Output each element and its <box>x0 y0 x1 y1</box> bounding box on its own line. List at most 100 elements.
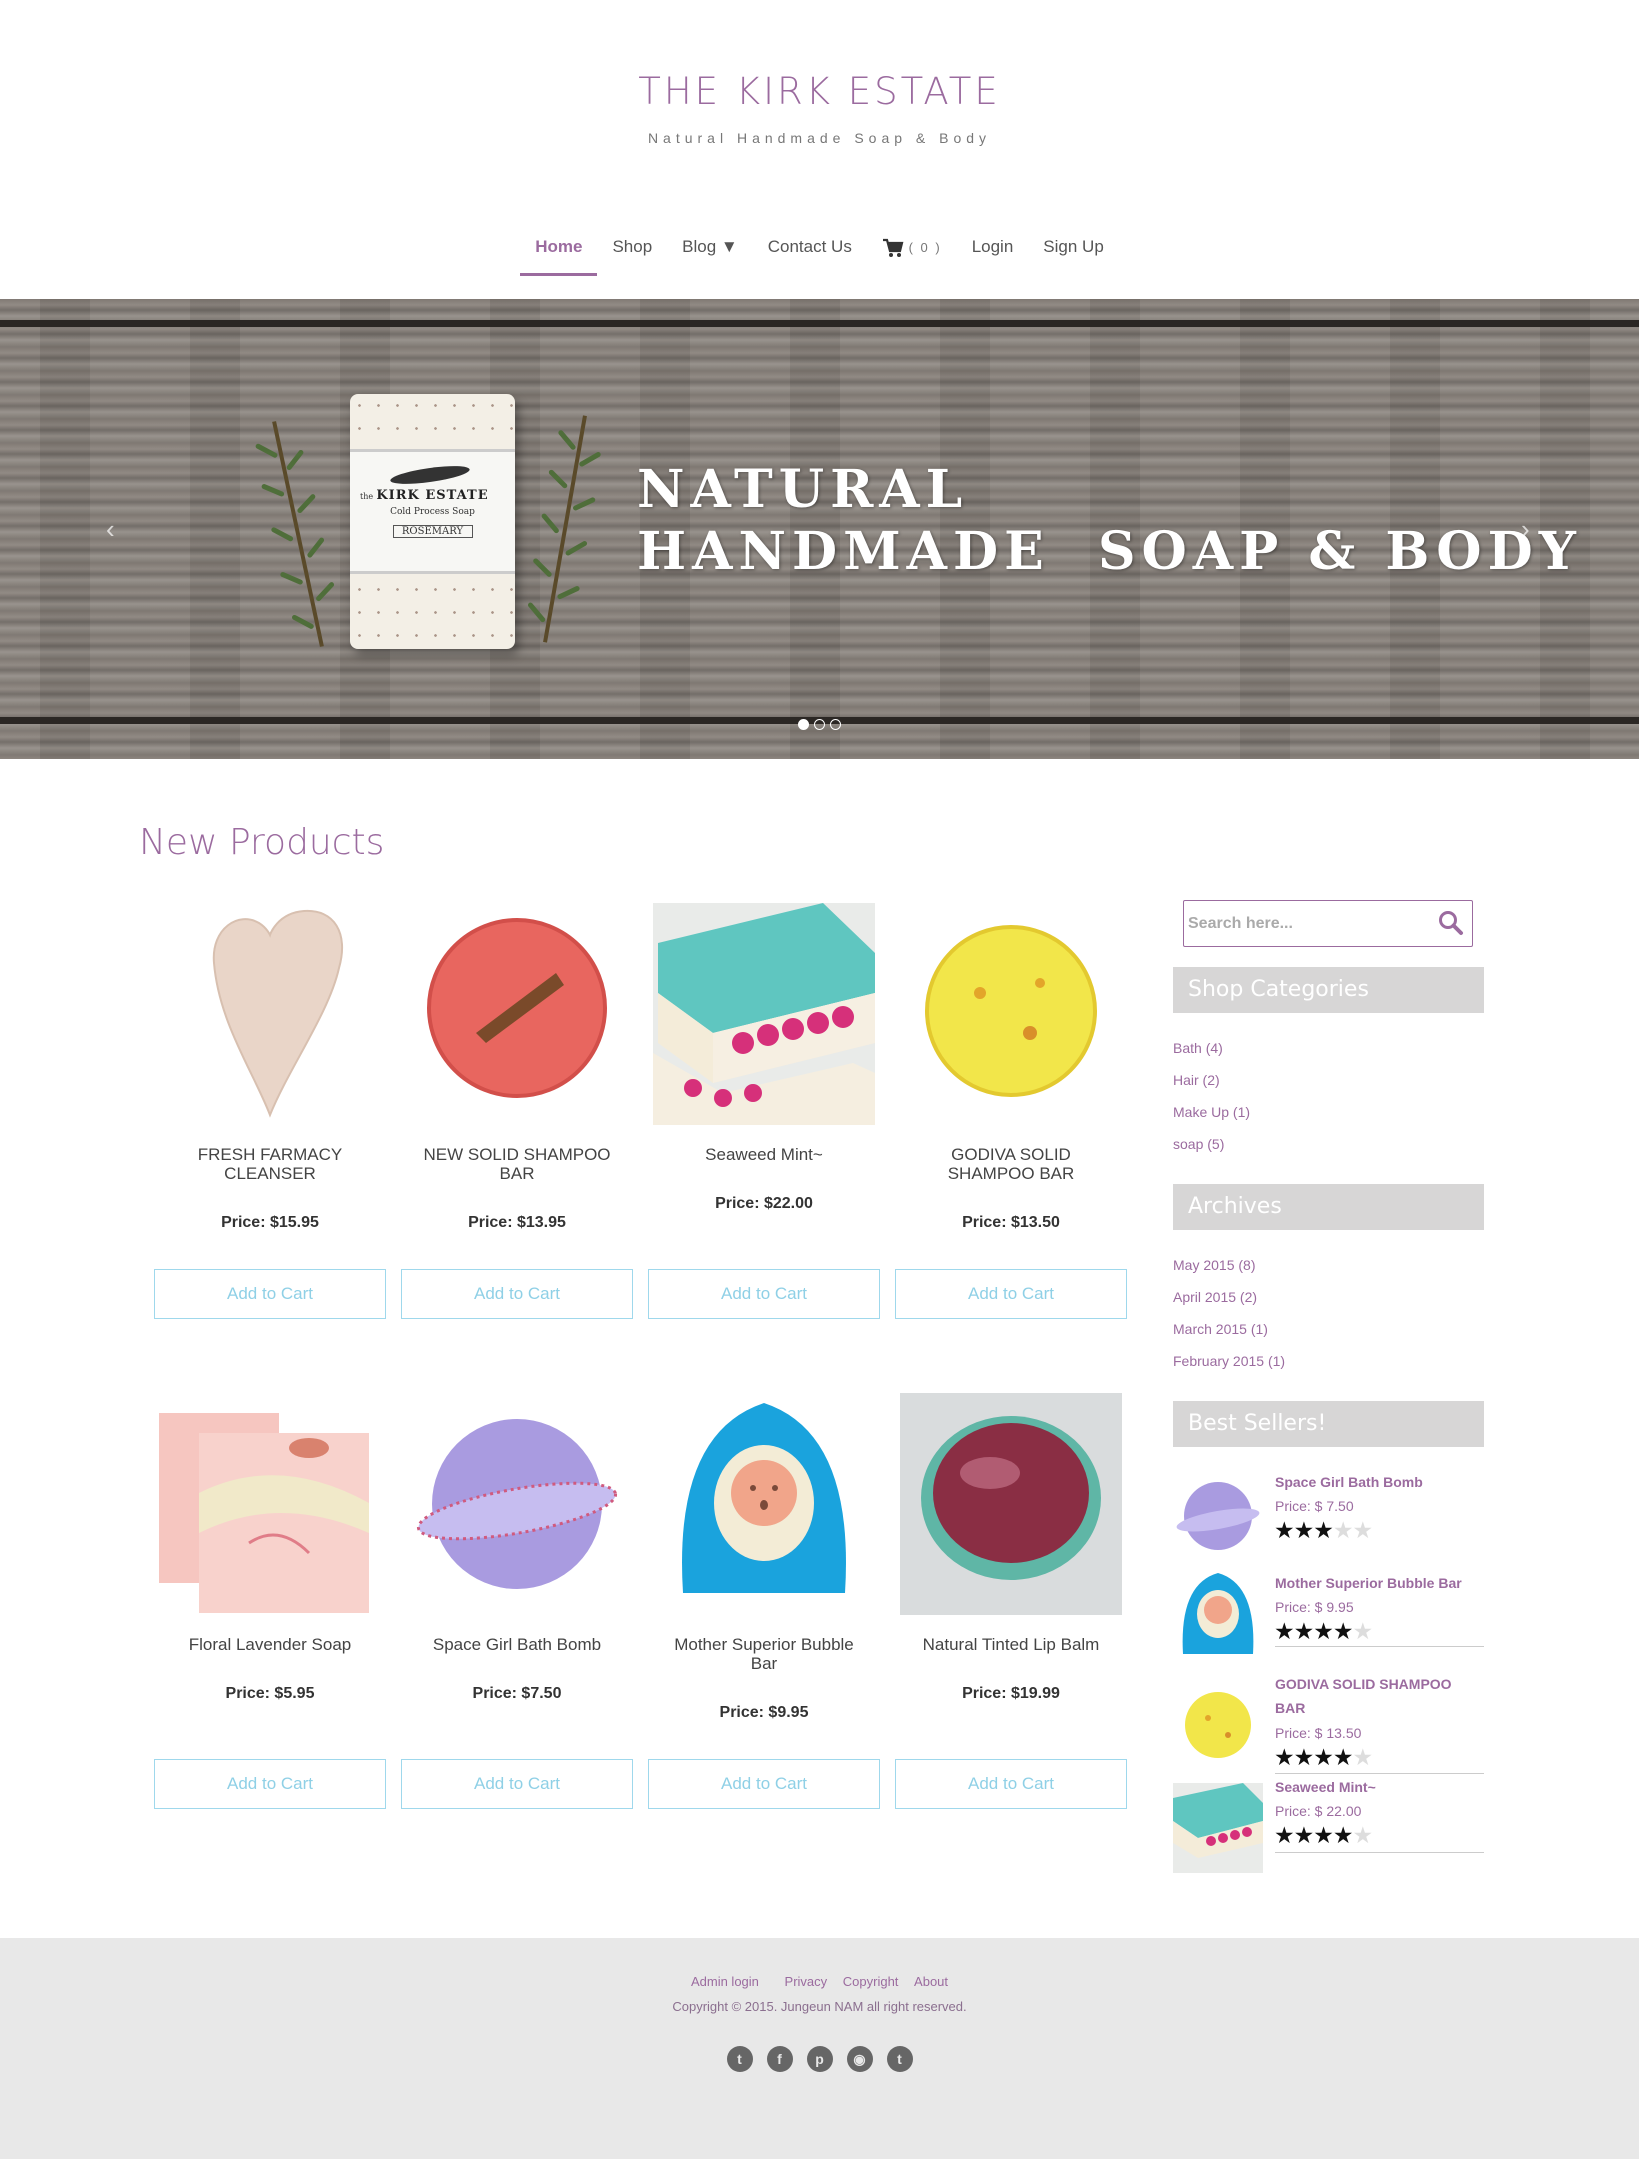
bestseller-name[interactable]: Mother Superior Bubble Bar <box>1275 1571 1480 1595</box>
product-name[interactable]: FRESH FARMACY CLEANSER <box>154 1145 386 1183</box>
product-card: NEW SOLID SHAMPOO BAR Price: $13.95 Add … <box>401 903 633 1323</box>
soap-label-sub: Cold Process Soap <box>390 507 475 517</box>
nav-shop[interactable]: Shop <box>597 232 667 276</box>
rating-stars: ★★★★★ <box>1274 1744 1373 1770</box>
search-icon[interactable] <box>1438 910 1464 936</box>
category-link[interactable]: Hair (2) <box>1173 1072 1220 1088</box>
star-filled-icon: ★ <box>1313 1744 1334 1770</box>
add-to-cart-button[interactable]: Add to Cart <box>648 1759 880 1809</box>
product-image[interactable] <box>653 1393 875 1615</box>
star-filled-icon: ★ <box>1313 1517 1334 1543</box>
slider-dot[interactable] <box>798 719 809 730</box>
add-to-cart-button[interactable]: Add to Cart <box>895 1269 1127 1319</box>
seaweed-mint-soap-image <box>653 903 875 1125</box>
product-price: Price: $13.50 <box>962 1214 1060 1231</box>
cart-count: ( 0 ) <box>908 240 942 255</box>
add-to-cart-button[interactable]: Add to Cart <box>154 1759 386 1809</box>
product-name[interactable]: Mother Superior Bubble Bar <box>648 1635 880 1673</box>
heart-cleanser-image <box>212 909 344 1118</box>
category-link[interactable]: Make Up (1) <box>1173 1104 1250 1120</box>
bestseller-name[interactable]: Space Girl Bath Bomb <box>1275 1470 1480 1494</box>
bestseller-price: Price: $ 7.50 <box>1275 1498 1354 1514</box>
shampoo-bar-image <box>427 918 607 1098</box>
product-price: Price: $5.95 <box>225 1685 315 1702</box>
product-image[interactable] <box>406 1393 628 1615</box>
site-title[interactable]: THE KIRK ESTATE <box>0 70 1639 113</box>
category-link[interactable]: soap (5) <box>1173 1136 1224 1152</box>
star-empty-icon: ★ <box>1352 1618 1374 1644</box>
space-girl-bath-bomb-image <box>416 1419 618 1589</box>
add-to-cart-button[interactable]: Add to Cart <box>401 1269 633 1319</box>
product-card: FRESH FARMACY CLEANSER Price: $15.95 Add… <box>154 903 386 1323</box>
footer-link-copyright[interactable]: Copyright <box>843 1974 899 1989</box>
hero-slider[interactable]: the KIRK ESTATE Cold Process Soap ROSEMA… <box>0 299 1639 759</box>
archive-link[interactable]: March 2015 (1) <box>1173 1321 1268 1337</box>
twitter-icon[interactable]: t <box>726 2046 753 2072</box>
footer-link-admin-login[interactable]: Admin login <box>691 1974 759 1989</box>
archive-link[interactable]: May 2015 (8) <box>1173 1257 1255 1273</box>
facebook-icon[interactable]: f <box>766 2046 793 2072</box>
rosemary-sprig-left <box>245 415 352 652</box>
star-filled-icon: ★ <box>1274 1618 1295 1644</box>
star-filled-icon: ★ <box>1293 1822 1315 1848</box>
category-link[interactable]: Bath (4) <box>1173 1040 1223 1056</box>
add-to-cart-button[interactable]: Add to Cart <box>401 1759 633 1809</box>
product-name[interactable]: Space Girl Bath Bomb <box>401 1635 633 1654</box>
footer: Admin login Privacy Copyright About Copy… <box>0 1938 1639 2159</box>
nav-sign-up[interactable]: Sign Up <box>1028 232 1118 276</box>
product-image[interactable] <box>159 1393 381 1615</box>
bestseller-thumb[interactable] <box>1173 1468 1263 1558</box>
star-empty-icon: ★ <box>1332 1517 1354 1543</box>
chevron-left-icon[interactable]: ‹ <box>106 514 115 545</box>
search-input[interactable] <box>1188 907 1428 940</box>
star-filled-icon: ★ <box>1293 1517 1315 1543</box>
archive-link[interactable]: February 2015 (1) <box>1173 1353 1285 1369</box>
footer-link-about[interactable]: About <box>914 1974 948 1989</box>
pinterest-icon[interactable]: p <box>806 2046 833 2072</box>
mother-superior-bubble-bar-image <box>682 1403 846 1593</box>
product-image[interactable] <box>900 1393 1122 1615</box>
shop-categories-heading: Shop Categories <box>1173 967 1484 1013</box>
slider-dot[interactable] <box>830 719 841 730</box>
soap-label-name: ROSEMARY <box>392 525 473 538</box>
archive-link[interactable]: April 2015 (2) <box>1173 1289 1257 1305</box>
nav-contact-us[interactable]: Contact Us <box>753 232 867 276</box>
nav-blog[interactable]: Blog ▼ <box>667 232 753 276</box>
product-image[interactable] <box>900 903 1122 1125</box>
product-card: Space Girl Bath Bomb Price: $7.50 Add to… <box>401 1393 633 1813</box>
product-image[interactable] <box>406 903 628 1125</box>
product-name[interactable]: GODIVA SOLID SHAMPOO BAR <box>895 1145 1127 1183</box>
bestseller-item: GODIVA SOLID SHAMPOO BAR Price: $ 13.50 … <box>1173 1670 1484 1790</box>
product-image[interactable] <box>653 903 875 1125</box>
product-name[interactable]: Floral Lavender Soap <box>154 1635 386 1654</box>
star-filled-icon: ★ <box>1274 1822 1295 1848</box>
nav-home[interactable]: Home <box>520 232 598 276</box>
plank-gap <box>0 320 1639 327</box>
best-sellers-heading: Best Sellers! <box>1173 1401 1484 1447</box>
nav-login[interactable]: Login <box>957 232 1029 276</box>
tumblr-icon[interactable]: t <box>886 2046 913 2072</box>
product-image[interactable] <box>159 903 381 1125</box>
product-price: Price: $7.50 <box>472 1685 562 1702</box>
slider-dot[interactable] <box>814 719 825 730</box>
nav-cart[interactable]: ( 0 ) <box>867 232 957 276</box>
add-to-cart-button[interactable]: Add to Cart <box>895 1759 1127 1809</box>
bestseller-name[interactable]: GODIVA SOLID SHAMPOO BAR <box>1275 1672 1480 1720</box>
product-name[interactable]: Natural Tinted Lip Balm <box>895 1635 1127 1654</box>
bestseller-thumb[interactable] <box>1173 1783 1263 1873</box>
chevron-right-icon[interactable]: › <box>1521 514 1530 545</box>
product-name[interactable]: Seaweed Mint~ <box>648 1145 880 1164</box>
star-filled-icon: ★ <box>1293 1618 1315 1644</box>
star-filled-icon: ★ <box>1332 1822 1354 1848</box>
slider-dots <box>798 719 841 730</box>
product-name[interactable]: NEW SOLID SHAMPOO BAR <box>401 1145 633 1183</box>
product-card: Natural Tinted Lip Balm Price: $19.99 Ad… <box>895 1393 1127 1813</box>
rss-icon[interactable]: ◉ <box>846 2046 873 2072</box>
bestseller-thumb[interactable] <box>1173 1680 1263 1770</box>
bestseller-thumb[interactable] <box>1173 1569 1263 1659</box>
footer-link-privacy[interactable]: Privacy <box>785 1974 828 1989</box>
lip-balm-tin-image <box>900 1393 1122 1615</box>
bestseller-name[interactable]: Seaweed Mint~ <box>1275 1775 1480 1799</box>
add-to-cart-button[interactable]: Add to Cart <box>648 1269 880 1319</box>
add-to-cart-button[interactable]: Add to Cart <box>154 1269 386 1319</box>
